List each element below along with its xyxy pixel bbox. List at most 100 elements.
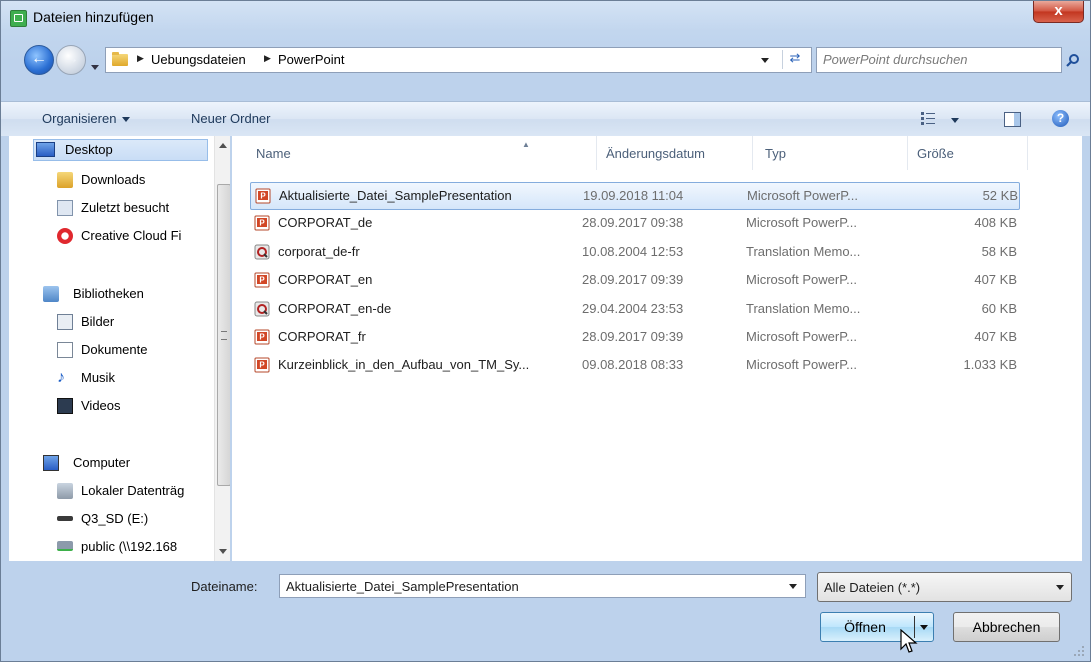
- filename-value[interactable]: Aktualisierte_Datei_SamplePresentation: [286, 579, 519, 594]
- nav-label: public (\\192.168: [81, 539, 178, 554]
- file-name: CORPORAT_de: [278, 215, 373, 231]
- grip-icon: [221, 331, 227, 340]
- breadcrumb-powerpoint[interactable]: PowerPoint: [278, 52, 344, 67]
- new-folder-button[interactable]: Neuer Ordner: [191, 111, 270, 126]
- address-bar[interactable]: ▶ Uebungsdateien ▶ PowerPoint ⇄: [105, 47, 812, 73]
- music-icon: ♪: [57, 369, 65, 386]
- file-dialog-window: Dateien hinzufügen x ← → ▶ Uebungsdateie…: [0, 0, 1091, 662]
- table-row[interactable]: P CORPORAT_de 28.09.2017 09:38 Microsoft Po…: [250, 210, 1020, 238]
- column-header-name[interactable]: Name: [256, 146, 291, 161]
- file-type-filter[interactable]: Alle Dateien (*.*): [817, 572, 1072, 602]
- nav-label: Musik: [81, 370, 115, 385]
- cancel-button[interactable]: Abbrechen: [953, 612, 1060, 642]
- chevron-down-icon: [1056, 585, 1064, 590]
- sort-ascending-icon: ▲: [522, 140, 530, 149]
- recent-pages-dropdown-icon[interactable]: [91, 65, 99, 70]
- computer-icon: [43, 455, 59, 471]
- refresh-icon: ⇄: [789, 50, 801, 65]
- nav-label: Creative Cloud Fi: [81, 228, 182, 243]
- file-date: 28.09.2017 09:39: [582, 272, 684, 288]
- nav-item-desktop[interactable]: Desktop: [33, 139, 208, 161]
- change-view-icon[interactable]: [921, 112, 935, 125]
- column-header-type[interactable]: Typ: [765, 146, 786, 161]
- file-size: 408 KB: [974, 215, 1017, 231]
- help-icon[interactable]: ?: [1052, 110, 1069, 127]
- file-type: Translation Memo...: [746, 300, 861, 316]
- nav-label: Computer: [73, 455, 131, 470]
- table-row[interactable]: corporat_de-fr 10.08.2004 12:53 Translatio…: [250, 239, 1020, 267]
- search-input[interactable]: PowerPoint durchsuchen: [816, 47, 1062, 73]
- chevron-down-icon: [122, 117, 131, 123]
- search-icon[interactable]: [1066, 53, 1080, 67]
- table-row[interactable]: CORPORAT_en-de 29.04.2004 23:53 Translatio…: [250, 296, 1020, 324]
- close-button[interactable]: x: [1033, 1, 1084, 23]
- folder-icon: [112, 52, 128, 66]
- filter-value: Alle Dateien (*.*): [824, 580, 921, 595]
- nav-scrollbar[interactable]: [214, 136, 230, 561]
- filename-label: Dateiname:: [191, 579, 258, 594]
- column-divider[interactable]: [596, 136, 597, 170]
- translation-memory-icon: [254, 301, 270, 317]
- table-row[interactable]: P CORPORAT_en 28.09.2017 09:39 Microsoft Po…: [250, 267, 1020, 295]
- column-divider[interactable]: [752, 136, 753, 170]
- svg-text:P: P: [259, 333, 265, 342]
- powerpoint-icon: P: [255, 188, 271, 204]
- column-header-size[interactable]: Größe: [917, 146, 954, 161]
- file-name: CORPORAT_en-de: [278, 300, 392, 316]
- file-date: 19.09.2018 11:04: [583, 188, 684, 203]
- address-dropdown-icon[interactable]: [761, 58, 769, 63]
- svg-text:P: P: [259, 361, 265, 370]
- forward-button[interactable]: →: [56, 45, 86, 75]
- breadcrumb-separator-icon[interactable]: ▶: [264, 53, 271, 64]
- file-date: 28.09.2017 09:38: [582, 215, 684, 231]
- breadcrumb-separator-icon[interactable]: ▶: [137, 53, 144, 64]
- command-bar: Organisieren Neuer Ordner ?: [1, 101, 1090, 136]
- file-size: 60 KB: [981, 300, 1017, 316]
- file-date: 09.08.2018 08:33: [582, 357, 684, 373]
- refresh-button[interactable]: ⇄: [782, 50, 807, 69]
- nav-label: Bilder: [81, 314, 115, 329]
- nav-label: Videos: [81, 398, 121, 413]
- nav-label: Dokumente: [81, 342, 148, 357]
- file-size: 407 KB: [974, 329, 1017, 344]
- scroll-thumb[interactable]: [217, 184, 230, 486]
- table-row[interactable]: P Aktualisierte_Datei_SamplePresentation 1…: [250, 182, 1020, 210]
- hard-drive-icon: [57, 483, 73, 499]
- powerpoint-icon: P: [254, 357, 270, 373]
- filename-combobox[interactable]: Aktualisierte_Datei_SamplePresentation: [279, 574, 806, 598]
- nav-label: Desktop: [65, 142, 113, 157]
- scroll-up-icon[interactable]: [219, 143, 227, 148]
- file-size: 52 KB: [982, 188, 1018, 203]
- powerpoint-icon: P: [254, 215, 270, 231]
- resize-grip-icon[interactable]: [1073, 645, 1085, 657]
- column-divider[interactable]: [907, 136, 908, 170]
- file-type: Translation Memo...: [746, 243, 861, 259]
- open-options-dropdown-icon[interactable]: [920, 625, 928, 630]
- powerpoint-icon: P: [254, 272, 270, 288]
- file-type: Microsoft PowerP...: [746, 329, 858, 344]
- file-type: Microsoft PowerP...: [746, 272, 858, 288]
- column-header-date[interactable]: Änderungsdatum: [606, 146, 705, 161]
- file-name: Aktualisierte_Datei_SamplePresentation: [279, 188, 512, 203]
- network-drive-icon: [57, 541, 73, 551]
- table-row[interactable]: P Kurzeinblick_in_den_Aufbau_von_TM_Sy...…: [250, 352, 1020, 380]
- back-button[interactable]: ←: [24, 45, 54, 75]
- file-type: Microsoft PowerP...: [746, 357, 858, 373]
- file-list: ▲ Name Änderungsdatum Typ Größe P Aktuali…: [232, 136, 1082, 561]
- breadcrumb-uebungsdateien[interactable]: Uebungsdateien: [151, 52, 246, 67]
- recent-places-icon: [57, 200, 73, 216]
- removable-drive-icon: [57, 516, 73, 521]
- file-size: 58 KB: [981, 243, 1017, 259]
- chevron-down-icon[interactable]: [789, 584, 797, 589]
- file-date: 10.08.2004 12:53: [582, 243, 684, 259]
- file-size: 407 KB: [974, 272, 1017, 288]
- view-options-dropdown-icon[interactable]: [951, 118, 959, 123]
- organize-menu[interactable]: Organisieren: [42, 111, 131, 126]
- table-row[interactable]: P CORPORAT_fr 28.09.2017 09:39 Microsoft Po…: [250, 324, 1020, 352]
- column-divider[interactable]: [1027, 136, 1028, 170]
- file-name: CORPORAT_en: [278, 272, 373, 288]
- preview-pane-icon[interactable]: [1004, 112, 1021, 127]
- desktop-icon: [36, 142, 55, 157]
- videos-icon: [57, 398, 73, 414]
- scroll-down-icon[interactable]: [219, 549, 227, 554]
